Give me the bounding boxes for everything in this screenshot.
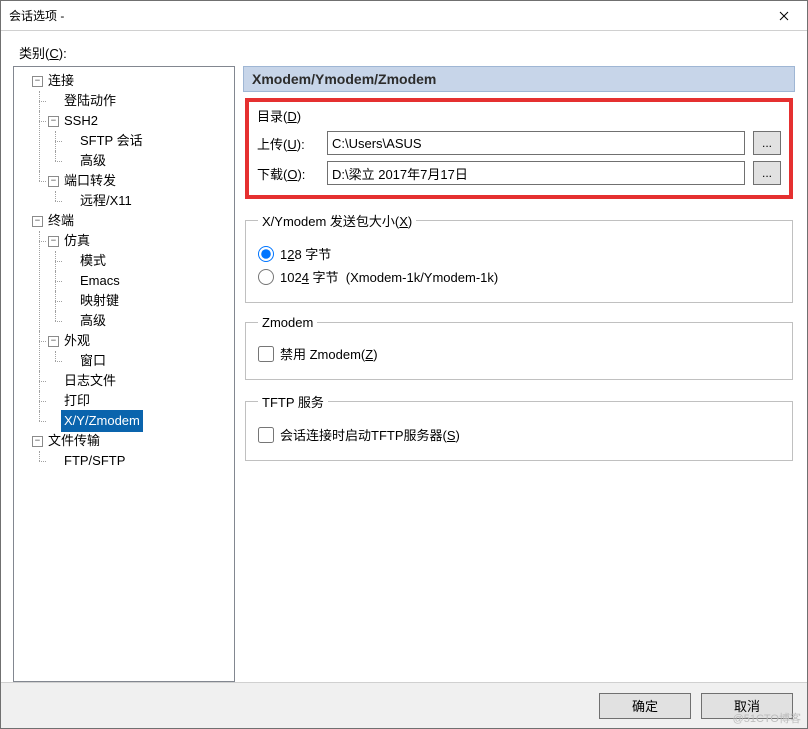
radio-1024-input[interactable] (258, 269, 274, 285)
ok-button[interactable]: 确定 (599, 693, 691, 719)
tree-node-ftpsftp[interactable]: FTP/SFTP (61, 450, 128, 472)
tftp-start[interactable]: 会话连接时启动TFTP服务器(S) (258, 425, 780, 444)
upload-label: 上传(U): (257, 134, 321, 153)
tree-node-window[interactable]: 窗口 (77, 350, 109, 372)
radio-1024[interactable]: 1024 字节 (Xmodem-1k/Ymodem-1k) (258, 267, 780, 286)
tree-toggle[interactable]: − (32, 76, 43, 87)
upload-browse-button[interactable]: ... (753, 131, 781, 155)
panel-header: Xmodem/Ymodem/Zmodem (243, 66, 795, 92)
tftp-group: TFTP 服务 会话连接时启动TFTP服务器(S) (245, 392, 793, 461)
tree-node-mapkey[interactable]: 映射键 (77, 290, 122, 312)
packet-size-legend: X/Ymodem 发送包大小(X) (258, 211, 416, 230)
tree-node-x11[interactable]: 远程/X11 (77, 190, 135, 212)
radio-128[interactable]: 128 字节 (258, 244, 780, 263)
tree-toggle[interactable]: − (48, 176, 59, 187)
zmodem-group: Zmodem 禁用 Zmodem(Z) (245, 315, 793, 380)
tree-node-advanced[interactable]: 高级 (77, 150, 109, 172)
dialog-button-bar: 确定 取消 (1, 682, 807, 728)
tree-node-mode[interactable]: 模式 (77, 250, 109, 272)
tree-node-print[interactable]: 打印 (61, 390, 93, 412)
download-label: 下载(O): (257, 164, 321, 183)
tree-toggle[interactable]: − (48, 116, 59, 127)
category-tree[interactable]: −连接 登陆动作 −SSH2 SFTP 会话 高级 (13, 66, 235, 682)
close-button[interactable] (761, 1, 807, 31)
packet-size-group: X/Ymodem 发送包大小(X) 128 字节 1024 字节 (Xmodem… (245, 211, 793, 303)
tree-node-appearance[interactable]: 外观 (61, 330, 93, 352)
upload-path-input[interactable] (327, 131, 745, 155)
radio-128-input[interactable] (258, 246, 274, 262)
session-options-dialog: 会话选项 - 类别(C): −连接 登陆动作 −SSH2 (0, 0, 808, 729)
window-title: 会话选项 - (9, 7, 761, 24)
tree-toggle[interactable]: − (48, 236, 59, 247)
tftp-start-checkbox[interactable] (258, 427, 274, 443)
tree-node-terminal[interactable]: 终端 (45, 210, 77, 232)
close-icon (779, 11, 789, 21)
tree-node-connection[interactable]: 连接 (45, 70, 77, 92)
tree-node-logfile[interactable]: 日志文件 (61, 370, 119, 392)
tree-node-portfwd[interactable]: 端口转发 (61, 170, 119, 192)
tree-node-login[interactable]: 登陆动作 (61, 90, 119, 112)
tree-node-ssh2[interactable]: SSH2 (61, 110, 101, 132)
tree-toggle[interactable]: − (48, 336, 59, 347)
tree-node-xyzmodem[interactable]: X/Y/Zmodem (61, 410, 143, 432)
tree-node-emacs[interactable]: Emacs (77, 270, 123, 292)
category-label: 类别(C): (19, 43, 795, 62)
zmodem-disable[interactable]: 禁用 Zmodem(Z) (258, 344, 780, 363)
zmodem-legend: Zmodem (258, 315, 317, 330)
tree-node-sftp[interactable]: SFTP 会话 (77, 130, 146, 152)
tree-node-advanced2[interactable]: 高级 (77, 310, 109, 332)
zmodem-disable-checkbox[interactable] (258, 346, 274, 362)
tree-node-emulation[interactable]: 仿真 (61, 230, 93, 252)
tree-toggle[interactable]: − (32, 436, 43, 447)
directory-group-highlighted: 目录(D) 上传(U): ... 下载(O): ... (245, 98, 793, 199)
titlebar: 会话选项 - (1, 1, 807, 31)
download-browse-button[interactable]: ... (753, 161, 781, 185)
tftp-legend: TFTP 服务 (258, 392, 328, 411)
cancel-button[interactable]: 取消 (701, 693, 793, 719)
tree-toggle[interactable]: − (32, 216, 43, 227)
tree-node-filetransfer[interactable]: 文件传输 (45, 430, 103, 452)
directory-group-title: 目录(D) (257, 106, 781, 125)
download-path-input[interactable] (327, 161, 745, 185)
